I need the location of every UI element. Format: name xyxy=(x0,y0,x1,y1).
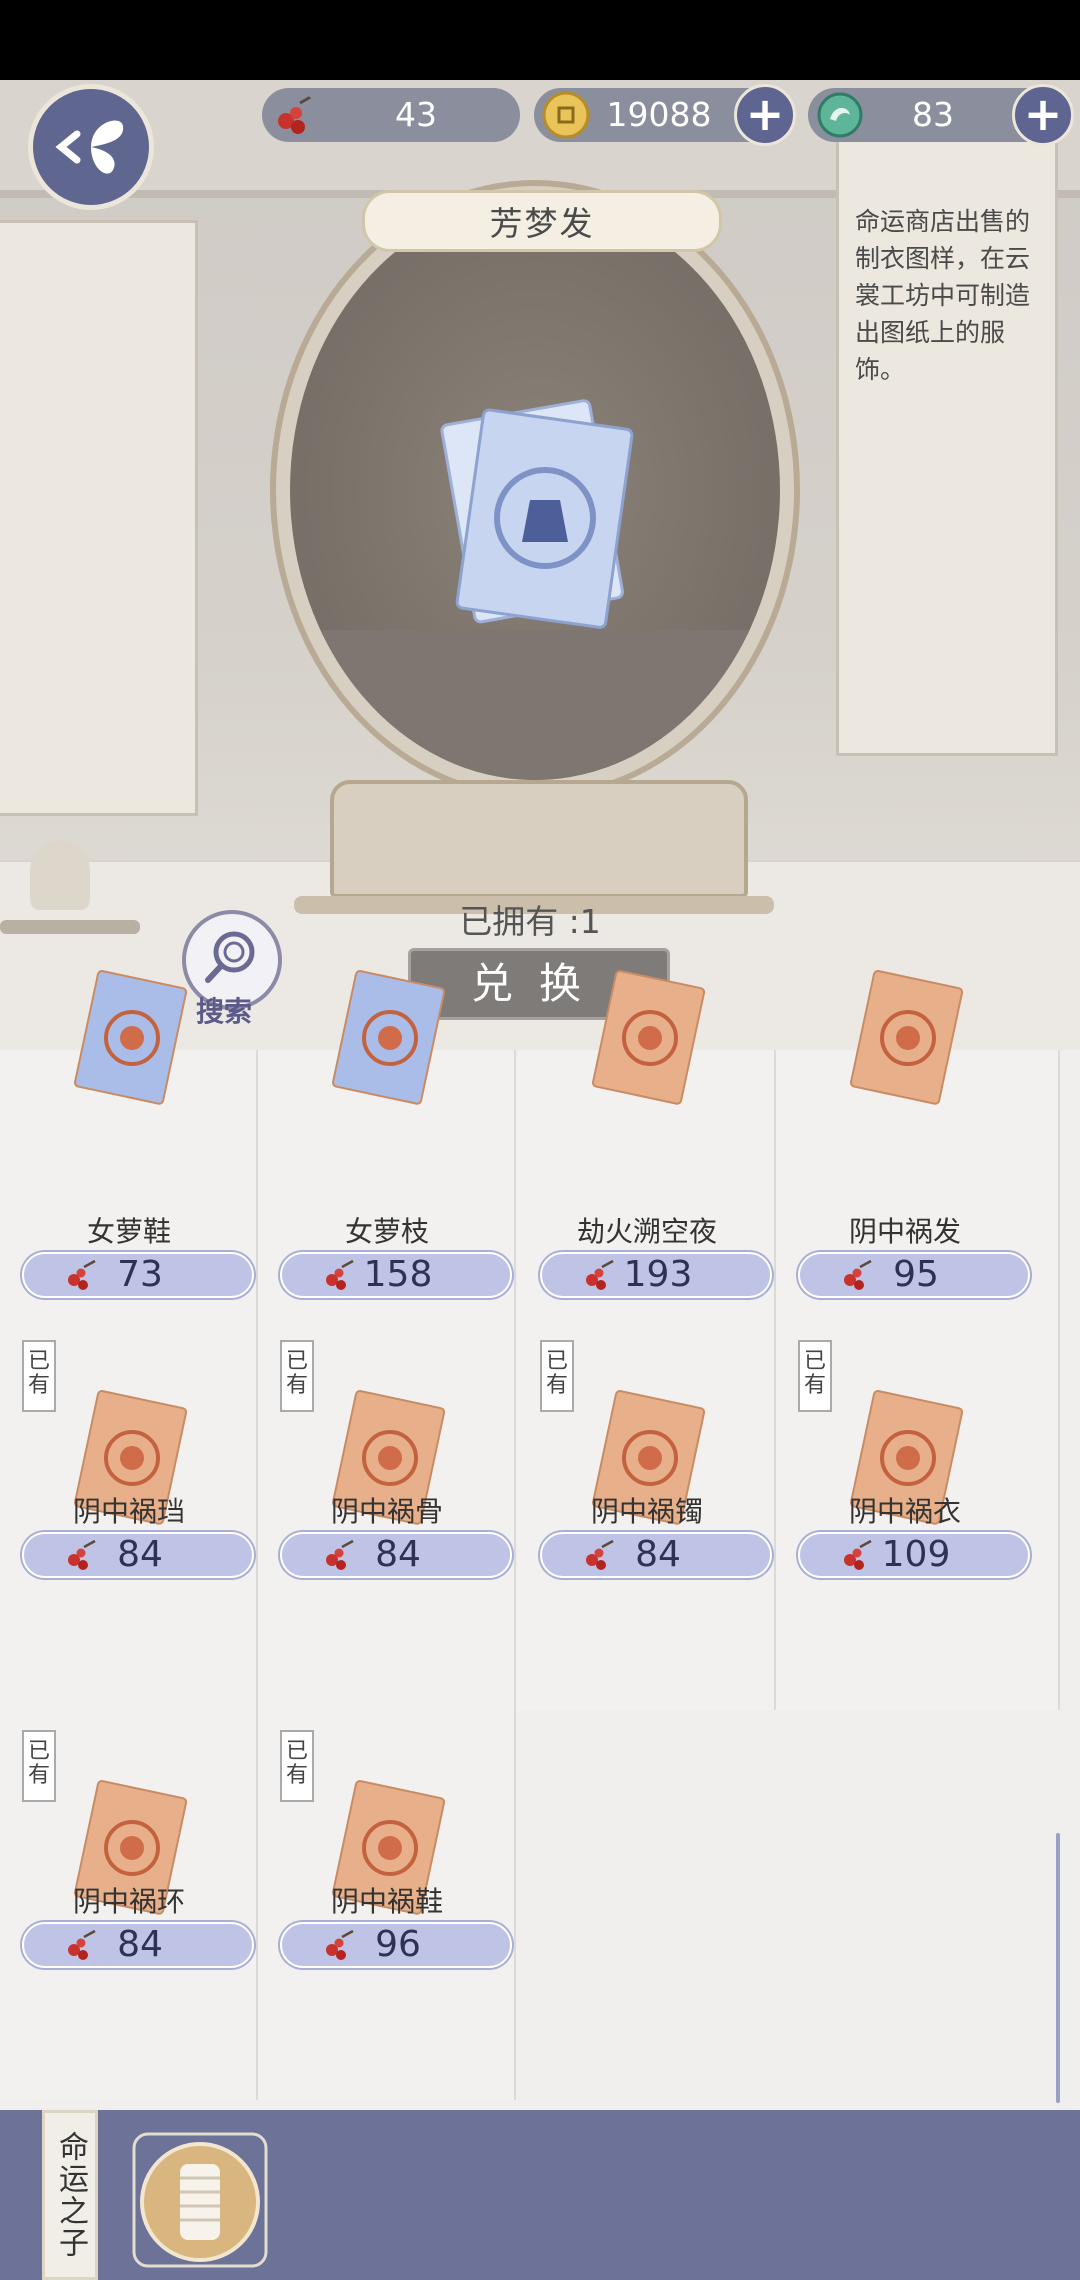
add-coins-button[interactable]: + xyxy=(734,84,796,146)
item-name: 阴中祸珰 xyxy=(72,1495,185,1528)
grid-item[interactable]: 已有阴中祸珰 84 xyxy=(0,1320,258,1710)
item-name: 阴中祸衣 xyxy=(848,1495,961,1528)
pattern-paper-icon xyxy=(440,399,634,629)
owned-tag: 已有 xyxy=(798,1340,832,1412)
price-value: 193 xyxy=(623,1254,693,1295)
item-name: 阴中祸骨 xyxy=(330,1495,443,1528)
price-value: 158 xyxy=(363,1254,433,1295)
grid-item[interactable]: 已有阴中祸骨 84 xyxy=(258,1320,516,1710)
pattern-thumbnail-icon xyxy=(850,970,964,1105)
item-title: 芳梦发 xyxy=(362,190,722,252)
item-name: 劫火溯空夜 xyxy=(576,1215,717,1248)
item-name: 阴中祸发 xyxy=(848,1215,961,1248)
price-tag: 84 xyxy=(540,1532,772,1578)
grid-item[interactable]: 已有阴中祸衣 109 xyxy=(776,1320,1060,1710)
berry-icon xyxy=(278,93,315,134)
search-label: 搜索 xyxy=(196,995,253,1028)
price-value: 84 xyxy=(117,1534,163,1575)
price-value: 95 xyxy=(893,1254,939,1295)
price-tag: 158 xyxy=(280,1252,512,1298)
owned-tag: 已有 xyxy=(280,1730,314,1802)
scrollbar[interactable] xyxy=(1056,1833,1060,2103)
add-jade-button[interactable]: + xyxy=(1012,84,1074,146)
price-tag: 95 xyxy=(798,1252,1030,1298)
jade-count: 83 xyxy=(912,95,954,134)
cloud-pattern xyxy=(290,630,780,780)
item-description: 命运商店出售的制衣图样，在云裳工坊中可制造出图纸上的服饰。 xyxy=(855,207,1031,384)
jade-currency: 83 + xyxy=(808,84,1074,146)
price-tag: 84 xyxy=(22,1532,254,1578)
price-value: 84 xyxy=(635,1534,681,1575)
owned-count: 已拥有 :1 xyxy=(459,902,601,941)
price-value: 84 xyxy=(117,1924,163,1965)
berry-currency: 43 xyxy=(262,88,520,142)
pattern-thumbnail-icon xyxy=(74,970,188,1105)
grid-item[interactable]: 女萝鞋 73 xyxy=(0,970,258,1320)
pattern-thumbnail-icon xyxy=(332,970,446,1105)
price-value: 109 xyxy=(881,1534,951,1575)
item-name: 阴中祸镯 xyxy=(590,1495,703,1528)
grid-item[interactable]: 劫火溯空夜 193 xyxy=(518,970,776,1320)
price-tag: 84 xyxy=(280,1532,512,1578)
grid-item[interactable]: 阴中祸发 95 xyxy=(776,970,1060,1320)
owned-tag: 已有 xyxy=(22,1340,56,1412)
price-tag: 193 xyxy=(540,1252,772,1298)
jade-icon xyxy=(817,92,863,138)
tab-fate-child[interactable]: 命运之子 xyxy=(42,2110,98,2280)
price-tag: 84 xyxy=(22,1922,254,1968)
price-tag: 109 xyxy=(798,1532,1030,1578)
item-name: 阴中祸环 xyxy=(72,1885,185,1918)
coin-count: 19088 xyxy=(606,95,712,134)
berry-count: 43 xyxy=(395,95,437,134)
item-name: 女萝鞋 xyxy=(86,1215,171,1248)
item-name: 女萝枝 xyxy=(344,1215,429,1248)
status-bar xyxy=(0,0,1080,80)
pattern-thumbnail-icon xyxy=(592,970,706,1105)
description-scroll: 命运商店出售的制衣图样，在云裳工坊中可制造出图纸上的服饰。 xyxy=(825,123,1065,756)
thread-spool-button[interactable] xyxy=(130,2130,270,2270)
owned-tag: 已有 xyxy=(540,1340,574,1412)
grid-item[interactable]: 已有阴中祸鞋 96 xyxy=(258,1710,516,2100)
coin-currency: 19088 + xyxy=(534,84,796,146)
price-tag: 96 xyxy=(280,1922,512,1968)
price-value: 84 xyxy=(375,1534,421,1575)
grid-item[interactable]: 已有阴中祸环 84 xyxy=(0,1710,258,2100)
grid-item[interactable]: 已有阴中祸镯 84 xyxy=(518,1320,776,1710)
owned-tag: 已有 xyxy=(280,1340,314,1412)
coin-icon xyxy=(542,91,590,139)
price-value: 96 xyxy=(375,1924,421,1965)
owned-tag: 已有 xyxy=(22,1730,56,1802)
vase-decoration xyxy=(30,840,90,910)
butterfly-back-icon xyxy=(55,120,124,174)
grid-item[interactable]: 女萝枝 158 xyxy=(258,970,516,1320)
item-name: 阴中祸鞋 xyxy=(330,1885,443,1918)
side-table xyxy=(0,920,140,934)
price-tag: 73 xyxy=(22,1252,254,1298)
mirror-stand xyxy=(294,780,774,914)
back-button[interactable] xyxy=(28,84,154,210)
left-scroll xyxy=(0,220,198,816)
price-value: 73 xyxy=(117,1254,163,1295)
